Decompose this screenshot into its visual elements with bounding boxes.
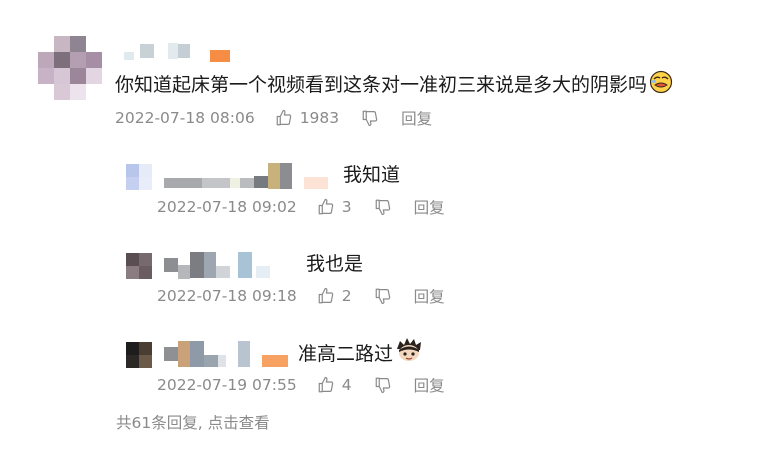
thumbs-down-icon <box>362 110 378 127</box>
thumbs-up-icon <box>318 287 333 304</box>
avatar-emoji-icon <box>395 337 423 368</box>
thumbs-down-icon <box>375 288 390 305</box>
avatar[interactable] <box>126 164 152 190</box>
reply-text: 准高二路过 <box>298 337 423 368</box>
reply-body: 准高二路过 <box>298 343 394 365</box>
avatar[interactable] <box>126 342 152 368</box>
like-count: 1983 <box>299 109 340 127</box>
username-redacted[interactable] <box>164 251 270 279</box>
reply-button[interactable]: 回复 <box>414 374 445 396</box>
like-count: 4 <box>341 376 352 394</box>
reply-text: 我知道 <box>343 164 401 186</box>
reply-button[interactable]: 回复 <box>414 285 445 307</box>
thumbs-down-icon <box>375 377 390 394</box>
like-button[interactable]: 4 <box>317 376 352 394</box>
view-all-replies-link[interactable]: 共61条回复, 点击查看 <box>116 411 270 433</box>
reply-time: 2022-07-18 09:18 <box>157 287 297 305</box>
dislike-button[interactable] <box>374 287 392 305</box>
like-count: 3 <box>341 198 352 216</box>
comment-time: 2022-07-18 08:06 <box>115 109 255 127</box>
dislike-button[interactable] <box>361 109 379 127</box>
like-count: 2 <box>341 287 352 305</box>
reply-button[interactable]: 回复 <box>401 107 432 129</box>
thumbs-up-icon <box>276 109 291 126</box>
username-redacted[interactable] <box>164 162 328 190</box>
thumbs-up-icon <box>318 376 333 393</box>
comment-text: 你知道起床第一个视频看到这条对一准初三来说是多大的阴影吗 <box>115 70 673 99</box>
reply-meta: 2022-07-18 09:02 3 回复 <box>157 196 445 218</box>
reply-time: 2022-07-18 09:02 <box>157 198 297 216</box>
reply-meta: 2022-07-18 09:18 2 回复 <box>157 285 445 307</box>
reply-button[interactable]: 回复 <box>414 196 445 218</box>
dislike-button[interactable] <box>374 198 392 216</box>
reply-time: 2022-07-19 07:55 <box>157 376 297 394</box>
comment-body: 你知道起床第一个视频看到这条对一准初三来说是多大的阴影吗 <box>115 74 648 96</box>
comment-meta: 2022-07-18 08:06 1983 回复 <box>115 107 432 129</box>
thumbs-down-icon <box>375 199 390 216</box>
face-emoji-icon <box>649 70 673 99</box>
reply-text: 我也是 <box>306 253 364 275</box>
dislike-button[interactable] <box>374 376 392 394</box>
avatar[interactable] <box>38 36 102 100</box>
like-button[interactable]: 1983 <box>275 109 339 127</box>
reply-meta: 2022-07-19 07:55 4 回复 <box>157 374 445 396</box>
thumbs-up-icon <box>318 198 333 215</box>
like-button[interactable]: 2 <box>317 287 352 305</box>
username-redacted[interactable] <box>124 40 230 62</box>
username-redacted[interactable] <box>164 340 288 368</box>
like-button[interactable]: 3 <box>317 198 352 216</box>
avatar[interactable] <box>126 253 152 279</box>
